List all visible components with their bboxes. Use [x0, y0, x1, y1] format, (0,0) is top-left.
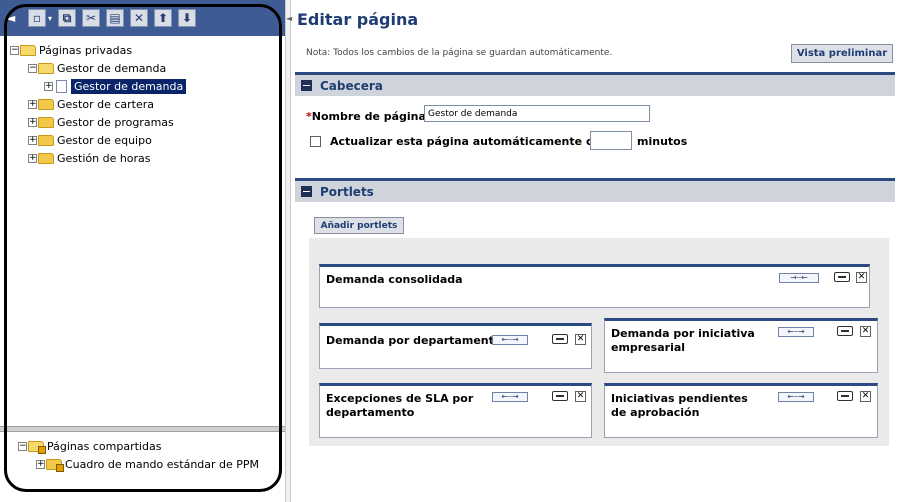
widen-icon[interactable]: ←⎯→ [492, 392, 528, 402]
tree-node-label: Gestor de demanda [57, 61, 167, 75]
folder-open-icon [20, 44, 36, 56]
refresh-minutes-input[interactable] [590, 131, 632, 150]
remove-portlet-icon[interactable]: ✕ [860, 326, 871, 337]
move-up-icon[interactable]: ⬆ [154, 9, 172, 27]
left-pane: ◄ ▫ ▾ ⧉ ✂ ▤ ✕ ⬆ ⬇ − Páginas privadas − G… [0, 0, 285, 502]
collapse-section-icon[interactable] [301, 186, 312, 197]
widen-icon[interactable]: ←⎯→ [778, 327, 814, 337]
page-name-label: *Nombre de página: [306, 110, 431, 123]
tree-node-label: Cuadro de mando estándar de PPM [65, 457, 260, 471]
portlet-demanda-por-departamento[interactable]: Demanda por departamento ←⎯→ ✕ [319, 323, 592, 369]
remove-portlet-icon[interactable]: ✕ [575, 334, 586, 345]
new-page-icon[interactable]: ▫ [28, 9, 46, 27]
folder-icon [38, 116, 54, 128]
collapse-section-icon[interactable] [301, 80, 312, 91]
expand-icon[interactable]: + [36, 459, 45, 469]
auto-refresh-label: Actualizar esta página automáticamente c… [330, 135, 616, 148]
edit-portlet-icon[interactable] [552, 391, 568, 401]
folder-open-icon [38, 62, 54, 74]
shared-folder-icon [46, 458, 64, 472]
portlet-title: Demanda consolidada [326, 273, 463, 286]
widen-icon[interactable]: ←⎯→ [778, 392, 814, 402]
right-pane: Editar página Nota: Todos los cambios de… [291, 0, 906, 502]
page-title: Editar página [297, 10, 419, 29]
expand-icon[interactable]: + [28, 117, 37, 127]
tree-node-demand[interactable]: − Gestor de demanda [28, 60, 166, 76]
tree-node-shared-pages[interactable]: − Páginas compartidas [18, 438, 161, 454]
section-title: Portlets [320, 184, 374, 199]
tree-node-label: Gestor de equipo [57, 133, 152, 147]
collapse-icon[interactable]: − [18, 441, 27, 451]
move-down-icon[interactable]: ⬇ [178, 9, 196, 27]
tree-node-demand-page[interactable]: + Gestor de demanda [44, 78, 187, 94]
portlet-title: Iniciativas pendientes de aprobación [611, 392, 748, 419]
edit-portlet-icon[interactable] [834, 272, 850, 282]
expand-icon[interactable]: + [44, 81, 53, 91]
collapse-icon[interactable]: − [10, 45, 19, 55]
back-icon[interactable]: ◄ [6, 9, 15, 27]
delete-icon[interactable]: ✕ [130, 9, 148, 27]
auto-refresh-checkbox[interactable] [310, 136, 321, 147]
section-header-portlets[interactable]: Portlets [295, 178, 895, 202]
copy-icon[interactable]: ⧉ [58, 9, 76, 27]
folder-icon [38, 98, 54, 110]
edit-portlet-icon[interactable] [837, 326, 853, 336]
tree-node-ppm-dashboard[interactable]: + Cuadro de mando estándar de PPM [36, 456, 259, 472]
minutes-label: minutos [637, 135, 688, 148]
autosave-note: Nota: Todos los cambios de la página se … [306, 48, 613, 58]
tree-toolbar: ◄ ▫ ▾ ⧉ ✂ ▤ ✕ ⬆ ⬇ [0, 0, 285, 36]
remove-portlet-icon[interactable]: ✕ [860, 391, 871, 402]
tree-node-programs[interactable]: + Gestor de programas [28, 114, 174, 130]
tree-node-label: Gestor de cartera [57, 97, 154, 111]
portlet-title: Demanda por iniciativa empresarial [611, 327, 755, 354]
portlet-title: Demanda por departamento [326, 334, 502, 347]
portlet-layout-canvas: Demanda consolidada →⎯← ✕ Demanda por de… [309, 238, 889, 446]
remove-portlet-icon[interactable]: ✕ [575, 391, 586, 402]
tree-node-time[interactable]: + Gestión de horas [28, 150, 151, 166]
edit-portlet-icon[interactable] [552, 334, 568, 344]
folder-icon [38, 134, 54, 146]
portlet-title: Excepciones de SLA por departamento [326, 392, 474, 419]
add-portlets-button[interactable]: Añadir portlets [314, 217, 404, 234]
narrow-width-icon[interactable]: →⎯← [779, 273, 819, 283]
section-header-cabecera[interactable]: Cabecera [295, 72, 895, 96]
tree-node-private-pages[interactable]: − Páginas privadas [10, 42, 132, 58]
page-icon [56, 79, 67, 93]
pane-divider[interactable] [0, 426, 285, 432]
edit-portlet-icon[interactable] [837, 391, 853, 401]
tree-node-label: Gestor de demanda [71, 78, 187, 94]
shared-folder-icon [28, 440, 46, 454]
expand-icon[interactable]: + [28, 153, 37, 163]
paste-icon[interactable]: ▤ [106, 9, 124, 27]
portlet-demanda-por-iniciativa[interactable]: Demanda por iniciativa empresarial ←⎯→ ✕ [604, 318, 878, 373]
tree-node-portfolio[interactable]: + Gestor de cartera [28, 96, 154, 112]
remove-portlet-icon[interactable]: ✕ [856, 272, 867, 283]
new-dropdown-icon[interactable]: ▾ [46, 9, 54, 27]
widen-icon[interactable]: ←⎯→ [492, 335, 528, 345]
portlet-demanda-consolidada[interactable]: Demanda consolidada →⎯← ✕ [319, 264, 870, 308]
tree-node-label: Gestión de horas [57, 151, 151, 165]
tree-node-team[interactable]: + Gestor de equipo [28, 132, 152, 148]
cut-icon[interactable]: ✂ [82, 9, 100, 27]
expand-icon[interactable]: + [28, 135, 37, 145]
portlet-excepciones-sla[interactable]: Excepciones de SLA por departamento ←⎯→ … [319, 383, 592, 438]
expand-icon[interactable]: + [28, 99, 37, 109]
section-title: Cabecera [320, 78, 383, 93]
preview-button[interactable]: Vista preliminar [791, 44, 893, 63]
tree-node-label: Gestor de programas [57, 115, 174, 129]
collapse-icon[interactable]: − [28, 63, 37, 73]
folder-icon [38, 152, 54, 164]
tree-node-label: Páginas compartidas [47, 439, 162, 453]
tree-node-label: Páginas privadas [39, 43, 133, 57]
portlet-iniciativas-pendientes[interactable]: Iniciativas pendientes de aprobación ←⎯→… [604, 383, 878, 438]
page-name-input[interactable]: Gestor de demanda [424, 105, 650, 122]
